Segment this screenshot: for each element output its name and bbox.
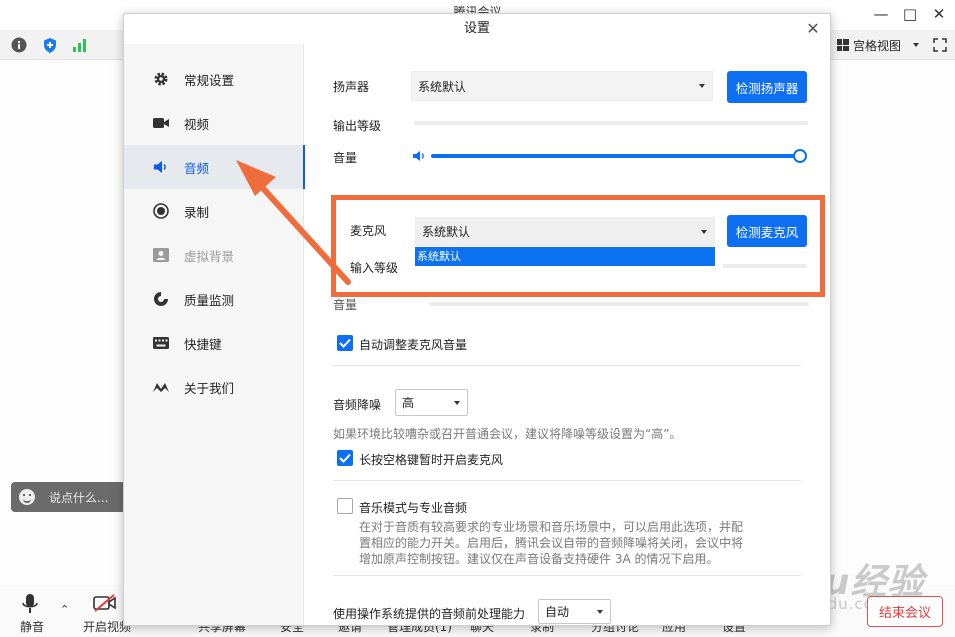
emoji-icon — [19, 489, 35, 505]
microphone-section: 麦克风 系统默认 系统默认 检测麦克风 输入等级 — [340, 203, 818, 289]
portrait-icon — [152, 246, 170, 264]
auto-adjust-checkbox[interactable] — [337, 335, 353, 351]
sidebar-item-recording[interactable]: 录制 — [124, 189, 304, 233]
speaker-select-value: 系统默认 — [418, 79, 467, 94]
noise-reduction-value: 高 — [402, 396, 415, 410]
chevron-down-icon — [454, 401, 460, 405]
gauge-icon — [152, 290, 170, 308]
mute-button[interactable] — [20, 593, 40, 615]
speaker-icon — [152, 158, 170, 176]
sidebar-item-label: 常规设置 — [184, 72, 235, 88]
sidebar-item-virtual-background[interactable]: 虚拟背景 — [124, 233, 304, 277]
view-label: 宫格视图 — [852, 38, 901, 53]
section-divider — [333, 575, 801, 576]
sidebar-item-label: 虚拟背景 — [184, 248, 235, 264]
mic-volume-label: 音量 — [333, 298, 358, 312]
speaker-label: 扬声器 — [333, 80, 370, 94]
input-level-label: 输入等级 — [350, 261, 399, 275]
chevron-down-icon — [597, 610, 603, 614]
speaker-select[interactable]: 系统默认 — [411, 71, 713, 101]
chevron-down-icon — [701, 230, 707, 234]
output-level-label: 输出等级 — [333, 119, 382, 133]
sidebar-item-about[interactable]: 关于我们 — [124, 365, 304, 409]
sidebar-item-video[interactable]: 视频 — [124, 101, 304, 145]
noise-reduction-select[interactable]: 高 — [395, 389, 468, 416]
mic-options-chevron-icon[interactable]: ⌃ — [60, 603, 69, 616]
microphone-dropdown-option[interactable]: 系统默认 — [415, 247, 715, 266]
sidebar-item-label: 快捷键 — [184, 336, 222, 352]
chevron-down-icon — [699, 84, 705, 88]
output-level-meter — [414, 121, 808, 125]
grid-view-icon — [836, 39, 849, 51]
video-camera-icon — [152, 114, 170, 132]
logo-icon — [152, 378, 170, 396]
sidebar-item-label: 视频 — [184, 116, 210, 132]
dialog-title: 设置 — [463, 21, 490, 36]
input-level-meter — [723, 264, 807, 268]
noise-reduction-label: 音频降噪 — [333, 398, 382, 412]
view-switch[interactable]: 宫格视图 — [836, 35, 919, 55]
video-off-icon — [93, 594, 116, 612]
fullscreen-icon[interactable] — [931, 36, 949, 54]
speaker-volume-handle[interactable] — [793, 149, 807, 163]
microphone-icon — [22, 594, 38, 613]
speaker-volume-slider[interactable] — [431, 154, 801, 158]
sidebar-item-label: 音频 — [184, 160, 210, 176]
close-icon[interactable]: ✕ — [803, 18, 823, 38]
sidebar-item-audio[interactable]: 音频 — [124, 145, 305, 189]
minimize-icon[interactable]: — — [870, 4, 892, 24]
chat-placeholder: 说点什么... — [49, 490, 109, 505]
microphone-select-value: 系统默认 — [422, 225, 471, 239]
music-mode-checkbox[interactable] — [337, 498, 353, 514]
keyboard-icon — [152, 334, 170, 352]
end-meeting-button[interactable]: 结束会议 — [867, 596, 943, 627]
music-mode-description: 在对于音质有较高要求的专业场景和音乐场景中，可以启用此选项，并配置相应的能力开关… — [359, 520, 744, 566]
mute-label: 静音 — [20, 620, 45, 634]
gear-icon — [152, 70, 170, 88]
audio-settings-panel: 扬声器 系统默认 检测扬声器 输出等级 音量 音量 自动调整麦克风音量 音频降噪… — [305, 44, 830, 625]
test-speaker-button[interactable]: 检测扬声器 — [727, 71, 807, 103]
volume-speaker-icon — [412, 150, 427, 165]
speaker-volume-label: 音量 — [333, 151, 358, 165]
system-processing-label: 使用操作系统提供的音频前处理能力 — [333, 607, 526, 621]
settings-dialog: 设置 ✕ 常规设置 视频 音频 录制 虚拟背景 质量监测 快捷键 关于我们 扬声… — [123, 13, 831, 626]
sidebar-item-shortcuts[interactable]: 快捷键 — [124, 321, 304, 365]
maximize-icon[interactable]: □ — [899, 4, 921, 24]
sidebar-item-quality-monitor[interactable]: 质量监测 — [124, 277, 304, 321]
space-key-checkbox[interactable] — [337, 450, 353, 466]
section-divider — [333, 365, 801, 366]
sidebar-item-general[interactable]: 常规设置 — [124, 57, 304, 101]
settings-sidebar: 常规设置 视频 音频 录制 虚拟背景 质量监测 快捷键 关于我们 — [124, 44, 305, 625]
start-video-button[interactable] — [92, 593, 118, 613]
window-close-icon[interactable]: ✕ — [928, 4, 950, 24]
space-key-label: 长按空格键暂时开启麦克风 — [359, 453, 504, 467]
signal-icon[interactable] — [71, 36, 89, 54]
sidebar-item-label: 质量监测 — [184, 292, 235, 308]
noise-reduction-hint: 如果环境比较嘈杂或召开普通会议，建议将降噪等级设置为“高”。 — [333, 427, 682, 441]
microphone-label: 麦克风 — [350, 224, 387, 238]
system-processing-value: 自动 — [545, 605, 570, 619]
sidebar-item-label: 关于我们 — [184, 380, 235, 396]
music-mode-label: 音乐模式与专业音频 — [359, 501, 468, 515]
test-microphone-button[interactable]: 检测麦克风 — [727, 215, 807, 247]
mic-volume-slider[interactable] — [429, 302, 809, 306]
record-icon — [152, 202, 170, 220]
sidebar-item-label: 录制 — [184, 204, 210, 220]
auto-adjust-label: 自动调整麦克风音量 — [359, 338, 468, 352]
microphone-select[interactable]: 系统默认 — [415, 217, 715, 246]
shield-icon[interactable] — [41, 36, 59, 54]
system-processing-select[interactable]: 自动 — [538, 599, 611, 624]
chat-quick-input[interactable]: 说点什么... — [11, 482, 126, 512]
section-divider — [333, 480, 801, 481]
info-icon[interactable] — [10, 36, 28, 54]
chevron-down-icon — [913, 43, 919, 47]
